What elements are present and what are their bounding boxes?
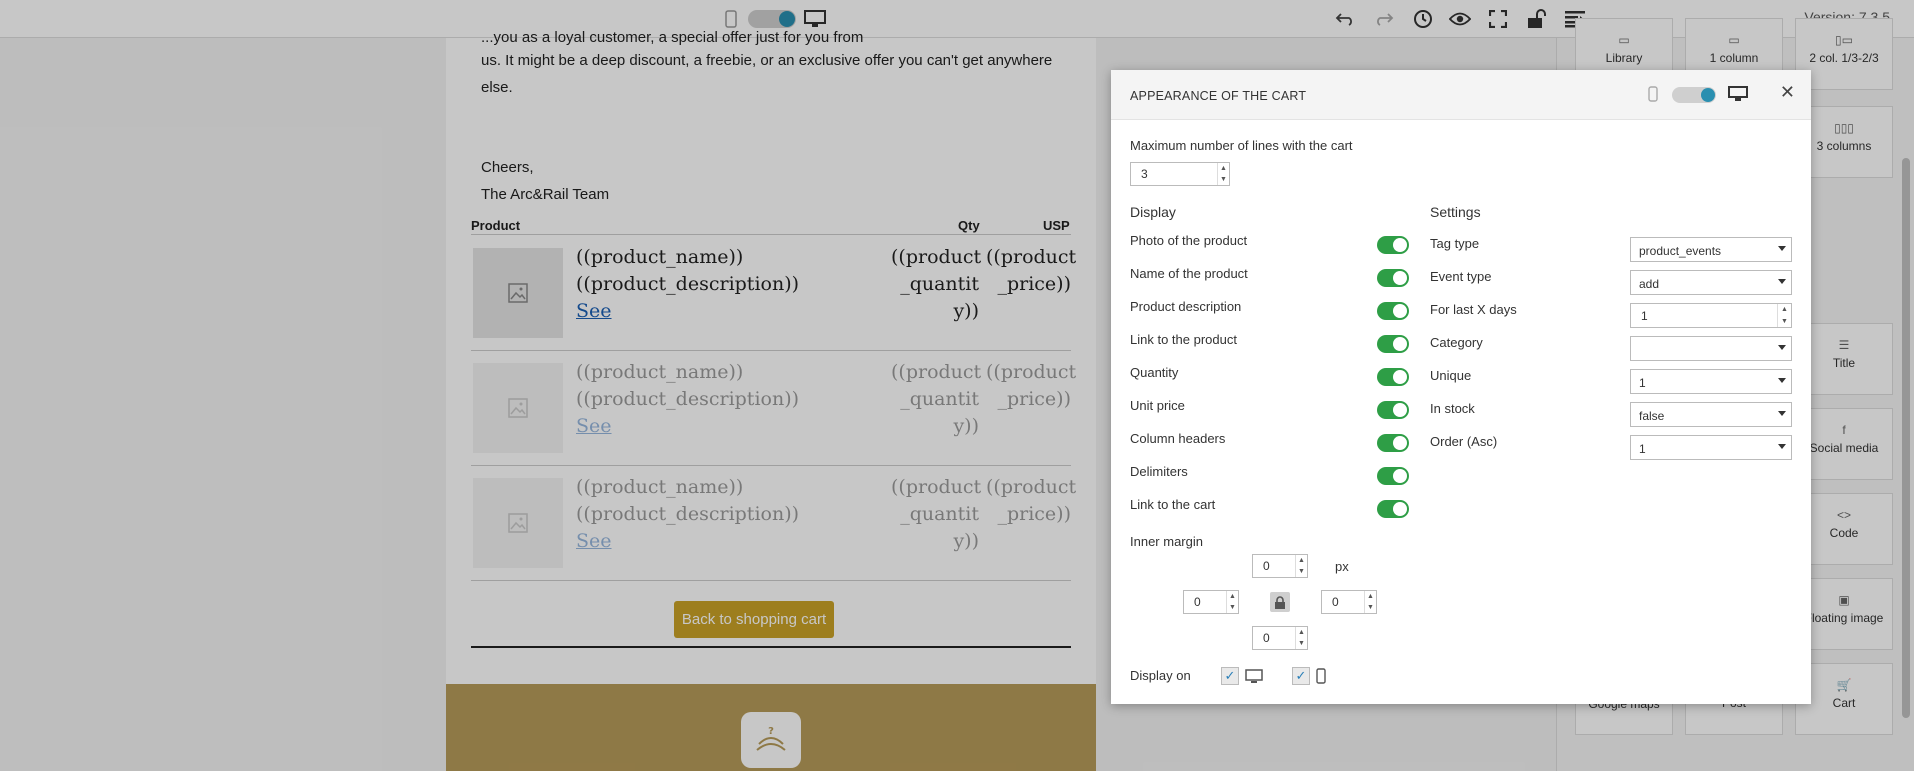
name-toggle[interactable] bbox=[1377, 269, 1409, 287]
close-icon[interactable]: ✕ bbox=[1780, 82, 1795, 103]
photo-toggle[interactable] bbox=[1377, 236, 1409, 254]
margin-right-input[interactable]: ▲▼ bbox=[1321, 590, 1377, 614]
order-select[interactable]: 1 bbox=[1630, 435, 1792, 460]
mobile-view-icon[interactable] bbox=[1648, 86, 1658, 107]
last-x-days-field[interactable] bbox=[1631, 304, 1791, 327]
number-spinner[interactable]: ▲ ▼ bbox=[1295, 627, 1307, 649]
in-stock-select[interactable]: false bbox=[1630, 402, 1792, 427]
delimiters-toggle[interactable] bbox=[1377, 467, 1409, 485]
event-type-select[interactable]: add bbox=[1630, 270, 1792, 295]
display-on-label: Display on bbox=[1130, 668, 1191, 683]
dialog-view-toggle[interactable] bbox=[1672, 87, 1716, 103]
tag-type-select[interactable]: product_events bbox=[1630, 237, 1792, 262]
settings-heading: Settings bbox=[1430, 204, 1481, 220]
product-link-toggle[interactable] bbox=[1377, 335, 1409, 353]
dialog-title: APPEARANCE OF THE CART bbox=[1130, 89, 1307, 103]
number-spinner[interactable]: ▲ ▼ bbox=[1295, 555, 1307, 577]
inner-margin-label: Inner margin bbox=[1130, 534, 1203, 549]
max-lines-label: Maximum number of lines with the cart bbox=[1130, 138, 1353, 153]
unique-select[interactable]: 1 bbox=[1630, 369, 1792, 394]
display-option-label: Link to the product bbox=[1130, 332, 1237, 347]
chevron-down-icon bbox=[1778, 345, 1786, 350]
margin-top-input[interactable]: ▲▼ bbox=[1252, 554, 1308, 578]
column-headers-toggle[interactable] bbox=[1377, 434, 1409, 452]
setting-label: For last X days bbox=[1430, 302, 1517, 317]
display-desktop-checkbox[interactable]: ✓ bbox=[1221, 667, 1239, 685]
display-option-label: Product description bbox=[1130, 299, 1242, 314]
chevron-down-icon bbox=[1778, 411, 1786, 416]
chevron-down-icon bbox=[1778, 444, 1786, 449]
quantity-toggle[interactable] bbox=[1377, 368, 1409, 386]
display-mobile-checkbox[interactable]: ✓ bbox=[1292, 667, 1310, 685]
setting-label: Tag type bbox=[1430, 236, 1480, 251]
setting-label: In stock bbox=[1430, 401, 1475, 416]
cart-appearance-dialog: APPEARANCE OF THE CART ✕ Maximum number … bbox=[1111, 70, 1811, 704]
display-option-label: Photo of the product bbox=[1130, 233, 1248, 248]
chevron-down-icon bbox=[1778, 378, 1786, 383]
margin-left-input[interactable]: ▲▼ bbox=[1183, 590, 1239, 614]
display-option-label: Link to the cart bbox=[1130, 497, 1216, 512]
setting-label: Unique bbox=[1430, 368, 1472, 383]
unit-price-toggle[interactable] bbox=[1377, 401, 1409, 419]
desktop-icon bbox=[1245, 669, 1263, 689]
desktop-view-icon[interactable] bbox=[1728, 86, 1748, 107]
mobile-icon bbox=[1316, 668, 1326, 689]
number-spinner[interactable]: ▲ ▼ bbox=[1226, 591, 1238, 613]
chevron-down-icon bbox=[1778, 246, 1786, 251]
description-toggle[interactable] bbox=[1377, 302, 1409, 320]
number-spinner[interactable]: ▲ ▼ bbox=[1217, 163, 1229, 185]
display-option-label: Delimiters bbox=[1130, 464, 1188, 479]
setting-label: Category bbox=[1430, 335, 1483, 350]
max-lines-field[interactable] bbox=[1131, 163, 1229, 185]
setting-label: Order (Asc) bbox=[1430, 434, 1498, 449]
display-option-label: Column headers bbox=[1130, 431, 1226, 446]
max-lines-input[interactable]: ▲▼ bbox=[1130, 162, 1230, 186]
dialog-header: APPEARANCE OF THE CART ✕ bbox=[1111, 70, 1811, 120]
number-spinner[interactable]: ▲ ▼ bbox=[1364, 591, 1376, 613]
category-select[interactable] bbox=[1630, 336, 1792, 361]
display-heading: Display bbox=[1130, 204, 1176, 220]
display-option-label: Name of the product bbox=[1130, 266, 1248, 281]
chevron-down-icon bbox=[1778, 279, 1786, 284]
display-option-label: Quantity bbox=[1130, 365, 1179, 380]
lock-icon[interactable] bbox=[1270, 592, 1290, 612]
margin-bottom-input[interactable]: ▲▼ bbox=[1252, 626, 1308, 650]
display-option-label: Unit price bbox=[1130, 398, 1185, 413]
last-x-days-input[interactable]: ▲▼ bbox=[1630, 303, 1792, 328]
cart-link-toggle[interactable] bbox=[1377, 500, 1409, 518]
number-spinner[interactable]: ▲ ▼ bbox=[1777, 304, 1791, 327]
setting-label: Event type bbox=[1430, 269, 1492, 284]
margin-unit-label: px bbox=[1335, 559, 1349, 574]
